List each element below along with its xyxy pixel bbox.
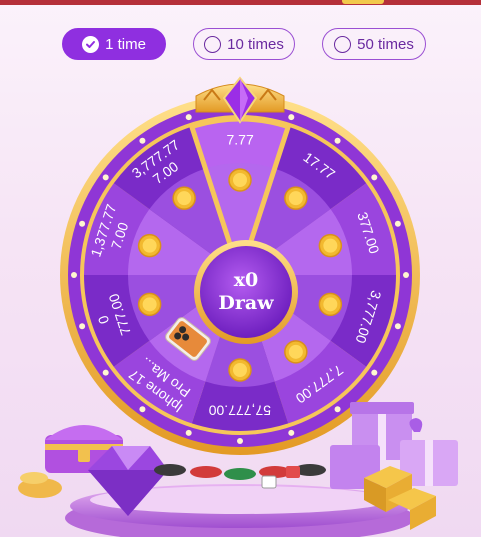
rim-light [403, 272, 409, 278]
rim-light [288, 429, 295, 436]
coin-icon [318, 292, 343, 317]
coin-icon [318, 233, 343, 258]
rim-light [139, 406, 146, 413]
draw-multiplier: x0 [233, 269, 259, 291]
rim-light [371, 174, 378, 181]
rim-light [371, 369, 378, 376]
segment-label-line: 7.77 [226, 131, 254, 148]
rim-light [79, 323, 86, 330]
segment-label: 57,777.00 [209, 402, 271, 419]
rim-light [288, 114, 295, 121]
coin-icon [137, 233, 162, 258]
rim-light [394, 220, 401, 227]
coin-icon [172, 186, 196, 210]
segment-label-line: 57,777.00 [208, 402, 271, 419]
rim-light [102, 174, 109, 181]
draw-button[interactable]: x0 Draw [200, 246, 292, 338]
coin-icon [284, 186, 308, 210]
rim-light [185, 429, 192, 436]
coin-icon [228, 168, 252, 192]
rim-light [334, 137, 341, 144]
rim-light [185, 114, 192, 121]
coin-icon [284, 340, 308, 364]
rim-light [102, 369, 109, 376]
rim-light [334, 406, 341, 413]
segment-label: 7.77 [227, 132, 254, 149]
rim-light [394, 323, 401, 330]
coin-icon [228, 358, 252, 382]
rim-light [71, 272, 77, 278]
rim-light [139, 137, 146, 144]
rim-light [237, 438, 243, 444]
draw-label: Draw [218, 292, 274, 314]
rim-light [79, 220, 86, 227]
coin-icon [137, 292, 162, 317]
